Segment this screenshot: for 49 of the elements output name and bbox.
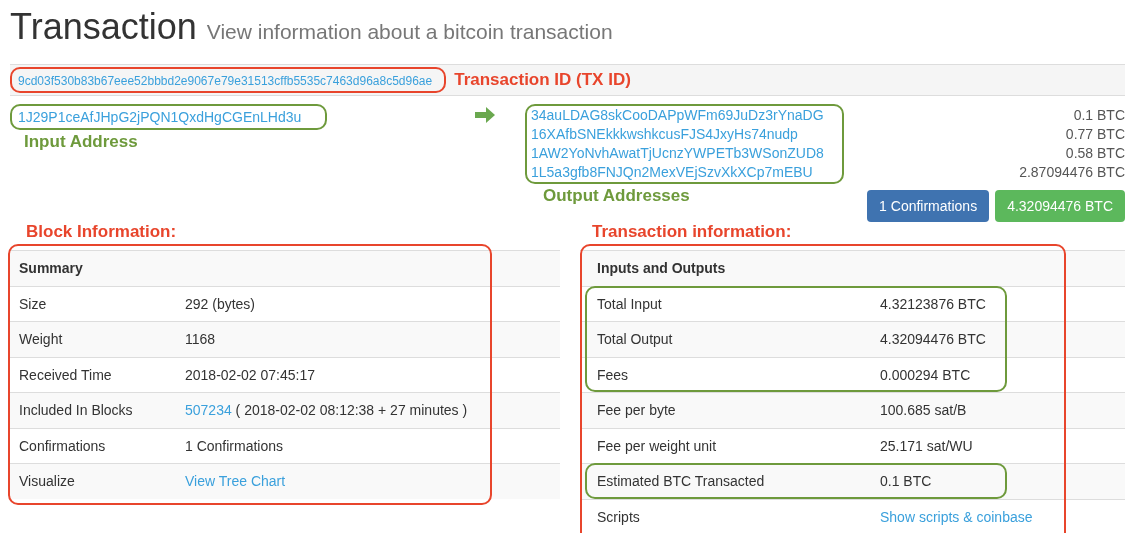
table-heading: Inputs and Outputs (597, 260, 727, 277)
output-address-link[interactable]: 34auLDAG8skCooDAPpWFm69JuDz3rYnaDG (531, 106, 824, 125)
input-address-link[interactable]: 1J29P1ceAfJHpG2jPQN1QxdHgCGEnLHd3u (18, 109, 302, 125)
table-cell: ( 2018-02-02 08:12:38 + 27 minutes ) (235, 402, 468, 419)
output-address-link[interactable]: 16XAfbSNEkkkwshkcusFJS4JxyHs74nudp (531, 125, 824, 144)
row-label: Size (19, 295, 48, 312)
block-link[interactable]: 507234 (185, 402, 232, 419)
annotation-label: Transaction information: (592, 222, 793, 242)
row-label: Fees (597, 366, 630, 383)
output-amount: 0.77 BTC (1065, 125, 1125, 144)
annotation-label: Output Addresses (543, 186, 690, 206)
table-cell-text: 4.32094476 BTC (880, 331, 987, 348)
transaction-id-link[interactable]: 9cd03f530b83b67eee52bbbd2e9067e79e31513cffb5535c7463d96a8c5d96ae (18, 74, 433, 88)
annotation-label: Block Information: (26, 222, 178, 242)
arrow-icon (475, 107, 495, 123)
table-cell-text: 1 Confirmations (185, 437, 285, 454)
output-amount: 0.58 BTC (1065, 144, 1125, 163)
table-cell-text: 292 (bytes) (185, 295, 257, 312)
annotation-label: Transaction ID (TX ID) (454, 70, 631, 90)
table-cell-text: 1168 (185, 331, 217, 348)
row-label: Included In Blocks (19, 402, 134, 419)
row-label: Total Output (597, 331, 674, 348)
row-label: Fee per byte (597, 402, 677, 419)
table-heading: Summary (19, 260, 84, 277)
output-amount: 0.1 BTC (1073, 106, 1125, 125)
output-address-link[interactable]: 1AW2YoNvhAwatTjUcnzYWPETb3WSonZUD8 (531, 144, 824, 163)
page-subtitle: View information about a bitcoin transaction (206, 20, 613, 44)
table-cell-text: 0.1 BTC (880, 473, 933, 490)
row-label: Visualize (19, 473, 76, 490)
table-cell-text: 25.171 sat/WU (880, 437, 974, 454)
annotation-label: Input Address (24, 132, 138, 152)
link[interactable]: Show scripts & coinbase (880, 508, 1125, 525)
table-cell-text: 0.000294 BTC (880, 366, 972, 383)
link[interactable]: View Tree Chart (185, 473, 560, 490)
table-cell-text: 4.32123876 BTC (880, 295, 987, 312)
row-label: Fee per weight unit (597, 437, 718, 454)
row-label: Confirmations (19, 437, 107, 454)
page-title: Transaction (10, 6, 197, 48)
row-label: Weight (19, 331, 64, 348)
output-amount: 2.87094476 BTC (1019, 163, 1125, 182)
status-badge: 4.32094476 BTC (995, 190, 1125, 222)
row-label: Total Input (597, 295, 663, 312)
row-label: Scripts (597, 508, 641, 525)
table-cell-text: 100.685 sat/B (880, 402, 968, 419)
output-address-link[interactable]: 1L5a3gfb8FNJQn2MexVEjSzvXkXCp7mEBU (531, 163, 824, 182)
status-badge: 1 Confirmations (867, 190, 990, 222)
table-cell-text: 2018-02-02 07:45:17 (185, 366, 316, 383)
row-label: Estimated BTC Transacted (597, 473, 766, 490)
row-label: Received Time (19, 366, 113, 383)
